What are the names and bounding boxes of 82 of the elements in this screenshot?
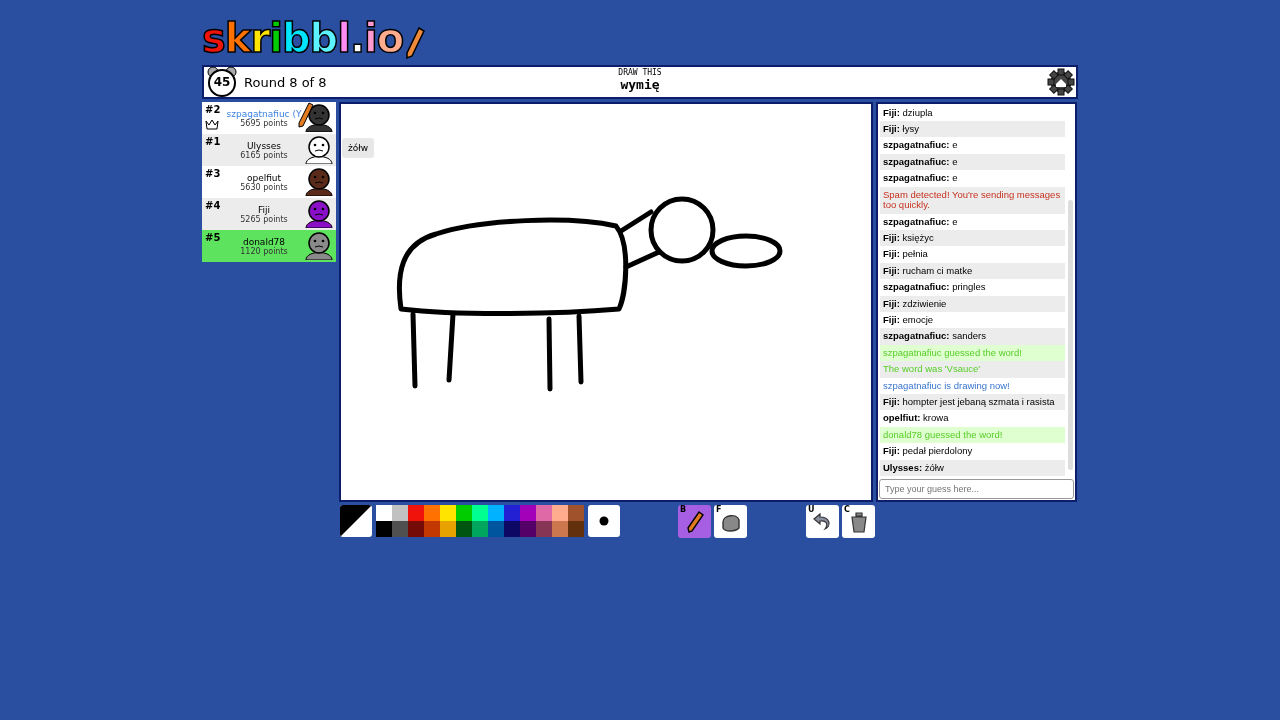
color-swatch[interactable] bbox=[568, 521, 584, 537]
chat-message: Fiji: pełnia bbox=[882, 247, 929, 262]
pencil-icon bbox=[405, 26, 426, 60]
word-hint-label: DRAW THIS bbox=[618, 68, 662, 77]
color-swatch[interactable] bbox=[456, 505, 472, 521]
player-rank: #4 bbox=[204, 199, 222, 213]
tool-button[interactable]: B bbox=[678, 505, 711, 538]
player-rank: #1 bbox=[204, 135, 222, 149]
player-points: 5630 points bbox=[240, 182, 288, 192]
color-swatch[interactable] bbox=[440, 505, 456, 521]
color-swap-icon[interactable] bbox=[340, 505, 372, 537]
color-swatch[interactable] bbox=[408, 505, 424, 521]
chat-message: szpagatnafiuc: e bbox=[882, 214, 959, 229]
chat-message: szpagatnafiuc: e bbox=[882, 171, 959, 186]
chat-message: Fiji: hompter jest jebaną szmata i rasista bbox=[880, 393, 1065, 411]
color-swatch[interactable] bbox=[520, 505, 536, 521]
player-row[interactable]: #5 donald78 1120 points bbox=[202, 230, 336, 262]
chat-message: szpagatnafiuc is drawing now! bbox=[882, 378, 1011, 393]
player-rank: #5 bbox=[204, 231, 222, 245]
color-swatch[interactable] bbox=[376, 505, 392, 521]
player-points: 5695 points bbox=[240, 118, 288, 128]
color-swatch[interactable] bbox=[488, 521, 504, 537]
player-rank: #2 bbox=[204, 103, 222, 117]
player-points: 6165 points bbox=[240, 150, 288, 160]
color-swatch[interactable] bbox=[536, 505, 552, 521]
color-swatch[interactable] bbox=[504, 505, 520, 521]
settings-icon[interactable] bbox=[1047, 68, 1075, 96]
player-name: Fiji bbox=[258, 204, 270, 215]
color-swatch[interactable] bbox=[520, 521, 536, 537]
chat-message: Fiji: emocje bbox=[882, 312, 935, 327]
round-label: Round 8 of 8 bbox=[244, 74, 327, 90]
action-button[interactable]: C bbox=[842, 505, 875, 538]
word: wymię bbox=[620, 77, 660, 92]
player-name: donald78 bbox=[242, 236, 286, 247]
guess-input[interactable]: Type your guess here... bbox=[879, 479, 1074, 499]
chat-message: Fiji: zdziwienie bbox=[880, 295, 1065, 312]
player-row[interactable]: #3 opelfiut 5630 points bbox=[202, 166, 336, 198]
color-swatch[interactable] bbox=[568, 505, 584, 521]
chat-message: szpagatnafiuc: e bbox=[882, 138, 959, 153]
action-button[interactable]: U bbox=[806, 505, 839, 538]
player-name: szpagatnafiuc (Y bbox=[226, 108, 302, 119]
color-swatch[interactable] bbox=[408, 521, 424, 537]
color-swatch[interactable] bbox=[392, 505, 408, 521]
chat-message: szpagatnafiuc: pringles bbox=[882, 280, 987, 295]
chat-message: Fiji: łysy bbox=[880, 121, 1065, 138]
chat-message: opelfiut: krowa bbox=[882, 411, 950, 426]
color-swatch[interactable] bbox=[472, 505, 488, 521]
player-name: opelfiut bbox=[246, 172, 282, 183]
color-swatch[interactable] bbox=[424, 521, 440, 537]
color-swatch[interactable] bbox=[488, 505, 504, 521]
color-swatch[interactable] bbox=[552, 521, 568, 537]
color-swatch[interactable] bbox=[472, 521, 488, 537]
color-swatch[interactable] bbox=[440, 521, 456, 537]
player-name: Ulysses bbox=[247, 140, 281, 151]
chat-message: Fiji: pedał pierdolony bbox=[882, 444, 974, 459]
chat-message: szpagatnafiuc: sanders bbox=[880, 328, 1065, 345]
player-row[interactable]: #4 Fiji 5265 points bbox=[202, 198, 336, 230]
chat-message: Fiji: dziupla bbox=[882, 105, 934, 120]
chat-message: szpagatnafiuc: e bbox=[880, 153, 1065, 171]
timer: 45 bbox=[213, 75, 231, 89]
tool-button[interactable]: F bbox=[714, 505, 747, 538]
chat-message: Spam detected! You're sending messages too quickly. bbox=[880, 186, 1065, 214]
chat-message: donald78 guessed the word! bbox=[880, 426, 1065, 444]
brush-size-button[interactable] bbox=[588, 505, 620, 537]
player-points: 5265 points bbox=[240, 214, 288, 224]
color-swatch[interactable] bbox=[536, 521, 552, 537]
chat-message: Fiji: rucham ci matke bbox=[880, 262, 1065, 280]
chat-message: The word was 'Vsauce' bbox=[880, 361, 1065, 378]
color-swatch[interactable] bbox=[376, 521, 392, 537]
color-swatch[interactable] bbox=[392, 521, 408, 537]
color-swatch[interactable] bbox=[504, 521, 520, 537]
player-rank: #3 bbox=[204, 167, 222, 181]
dot-icon bbox=[599, 516, 609, 526]
player-points: 1120 points bbox=[240, 246, 288, 256]
player-row[interactable]: #2 szpagatnafiuc (Y 5695 points bbox=[202, 102, 336, 134]
chat-message: Fiji: księżyc bbox=[880, 229, 1065, 247]
color-swatch[interactable] bbox=[456, 521, 472, 537]
color-swatch[interactable] bbox=[424, 505, 440, 521]
logo: skribbl.io bbox=[202, 16, 404, 60]
speech-bubble: żółw bbox=[342, 138, 375, 158]
color-swatch[interactable] bbox=[552, 505, 568, 521]
chat-message: Ulysses: żółw bbox=[880, 459, 1065, 476]
